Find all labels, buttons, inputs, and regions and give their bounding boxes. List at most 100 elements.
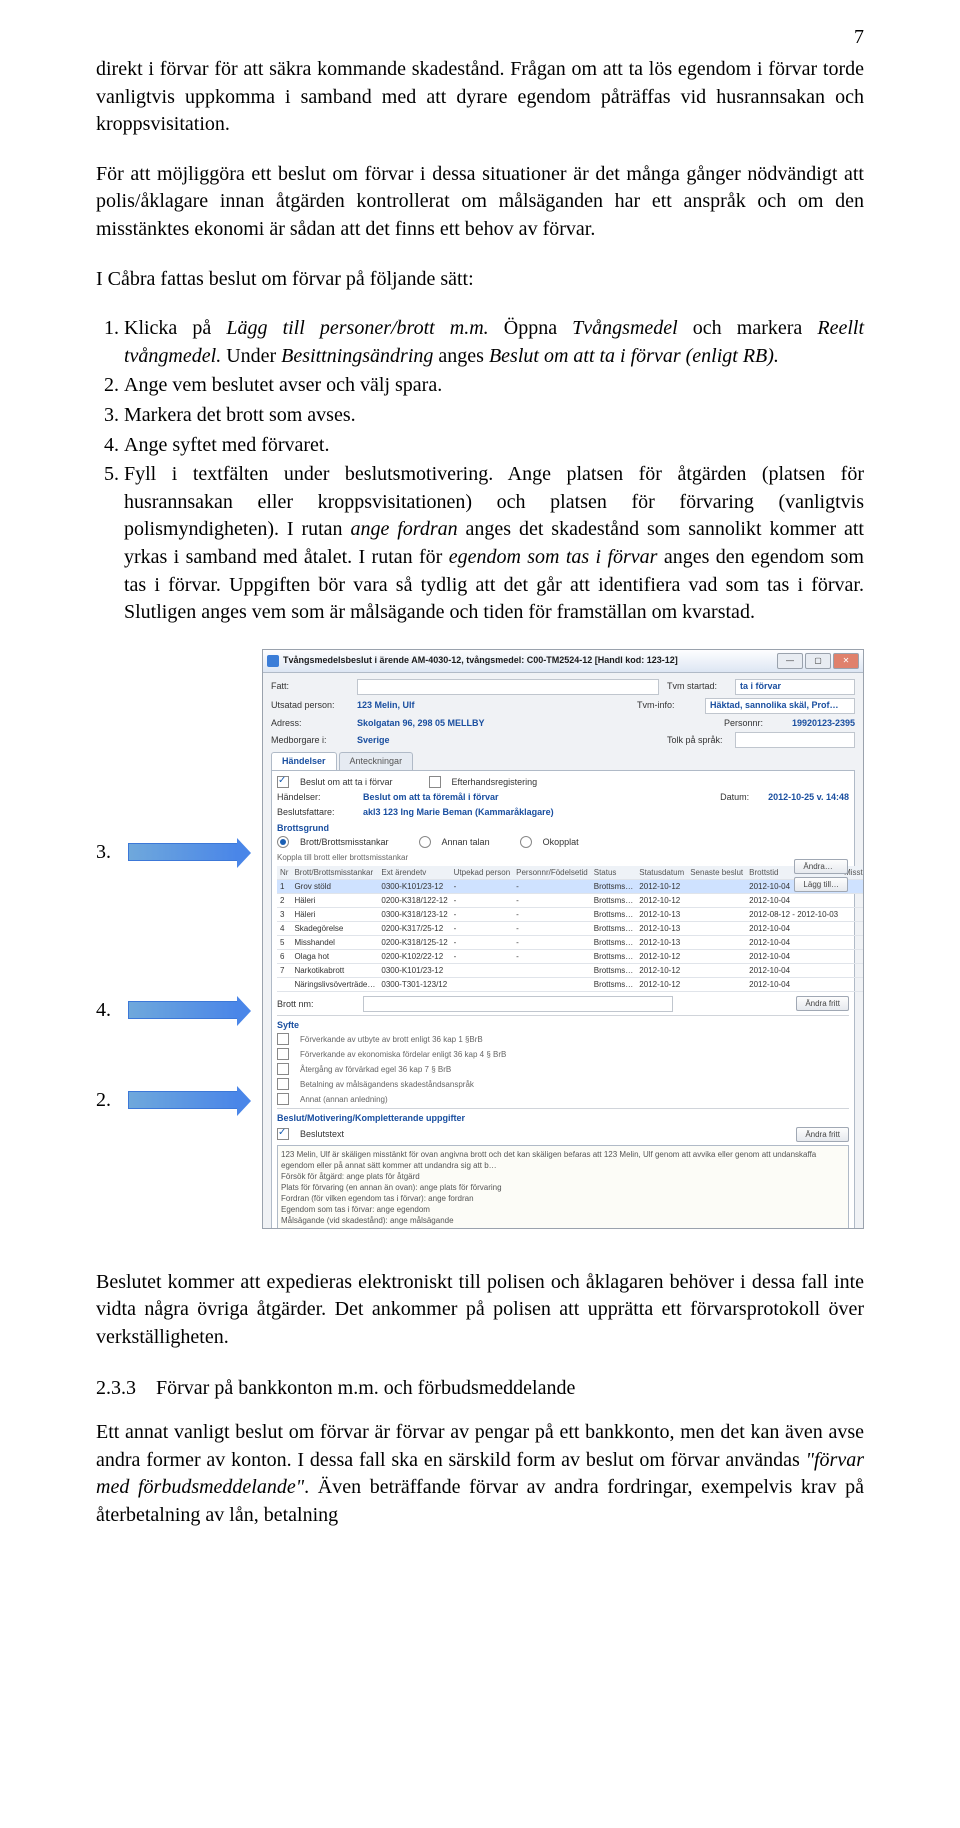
callout-2-label: 2. bbox=[96, 1087, 118, 1115]
handelser-label: Händelser: bbox=[277, 791, 355, 803]
section-title: Förvar på bankkonton m.m. och förbudsmed… bbox=[156, 1377, 575, 1399]
paragraph-last: Ett annat vanligt beslut om förvar är fö… bbox=[96, 1419, 864, 1529]
table-row[interactable]: 4Skadegörelse0200-K317/25-12--Brottsms…2… bbox=[277, 921, 864, 935]
adress-label: Adress: bbox=[271, 717, 349, 729]
brott-nm-label: Brott nm: bbox=[277, 998, 355, 1010]
maximize-button[interactable]: ▢ bbox=[805, 653, 831, 669]
radio-okopplat[interactable] bbox=[520, 836, 532, 848]
tolk-label: Tolk på språk: bbox=[667, 734, 727, 746]
step-3: Markera det brott som avses. bbox=[124, 402, 864, 430]
paragraph-3: I Cåbra fattas beslut om förvar på följa… bbox=[96, 266, 864, 294]
andra-fritt-button-2[interactable]: Ändra fritt bbox=[796, 1127, 849, 1142]
table-row[interactable]: 3Häleri0300-K318/123-12--Brottsms…2012-1… bbox=[277, 907, 864, 921]
beslutsfattare-label: Beslutsfattare: bbox=[277, 806, 355, 818]
motiv-title: Beslut/Motivering/Kompletterande uppgift… bbox=[277, 1112, 849, 1124]
callout-4-label: 4. bbox=[96, 997, 118, 1025]
beslutsfattare-value: akl3 123 Ing Marie Beman (Kammaråklagare… bbox=[363, 806, 554, 818]
personnr-label: Personnr: bbox=[724, 717, 784, 729]
syfte-checkbox[interactable] bbox=[277, 1093, 289, 1105]
screenshot-callouts: 3. 4. 2. Tvångsmedelsbeslut i ärende AM-… bbox=[96, 649, 864, 1239]
table-row[interactable]: 6Olaga hot0200-K102/22-12--Brottsms…2012… bbox=[277, 949, 864, 963]
tvm-startad-label: Tvm startad: bbox=[667, 680, 727, 692]
syfte-title: Syfte bbox=[277, 1019, 849, 1031]
medborg-value: Sverige bbox=[357, 734, 390, 746]
table-row[interactable]: 2Häleri0200-K318/122-12--Brottsms…2012-1… bbox=[277, 893, 864, 907]
radio-annan[interactable] bbox=[419, 836, 431, 848]
close-button[interactable]: ✕ bbox=[833, 653, 859, 669]
tab-handelser[interactable]: Händelser bbox=[271, 752, 337, 769]
personnr-value: 19920123-2395 bbox=[792, 717, 855, 729]
lagg-till-button[interactable]: Lägg till… bbox=[794, 877, 848, 892]
adress-value: Skolgatan 96, 298 05 MELLBY bbox=[357, 717, 485, 729]
andra-fritt-button[interactable]: Ändra fritt bbox=[796, 996, 849, 1011]
step-1: Klicka på Lägg till personer/brott m.m. … bbox=[124, 315, 864, 370]
syfte-checkbox[interactable] bbox=[277, 1063, 289, 1075]
medborg-label: Medborgare i: bbox=[271, 734, 349, 746]
fatt-field[interactable] bbox=[357, 679, 659, 695]
tolk-field[interactable] bbox=[735, 732, 855, 748]
uttalad-label: Utsatad person: bbox=[271, 699, 349, 711]
radio-annan-label: Annan talan bbox=[442, 836, 490, 848]
page-number: 7 bbox=[854, 24, 864, 52]
step-2: Ange vem beslutet avser och välj spara. bbox=[124, 372, 864, 400]
efterhand-label: Efterhandsregistering bbox=[452, 776, 538, 788]
app-icon bbox=[267, 655, 279, 667]
datum-value: 2012-10-25 v. 14:48 bbox=[768, 791, 849, 803]
step-4: Ange syftet med förvaret. bbox=[124, 432, 864, 460]
arrow-icon bbox=[128, 1091, 238, 1109]
paragraph-after-image: Beslutet kommer att expedieras elektroni… bbox=[96, 1269, 864, 1352]
callout-2: 2. bbox=[96, 1087, 238, 1115]
radio-okopplat-label: Okopplat bbox=[543, 836, 579, 848]
callout-4: 4. bbox=[96, 997, 238, 1025]
beslutstext-box: 123 Melin, Ulf är skäligen misstänkt för… bbox=[277, 1145, 849, 1229]
tabs: Händelser Anteckningar bbox=[271, 752, 855, 769]
tab-anteckningar[interactable]: Anteckningar bbox=[339, 752, 414, 769]
section-heading: 2.3.3Förvar på bankkonton m.m. och förbu… bbox=[96, 1375, 864, 1403]
beslut-checkbox[interactable] bbox=[277, 776, 289, 788]
brottsgrund-title: Brottsgrund bbox=[277, 822, 849, 834]
section-number: 2.3.3 bbox=[96, 1375, 156, 1403]
table-row[interactable]: 5Misshandel0200-K318/125-12--Brottsms…20… bbox=[277, 935, 864, 949]
efterhand-checkbox[interactable] bbox=[429, 776, 441, 788]
syfte-checkbox[interactable] bbox=[277, 1033, 289, 1045]
andra-button[interactable]: Ändra… bbox=[794, 859, 848, 874]
callout-3: 3. bbox=[96, 839, 238, 867]
handelser-value: Beslut om att ta föremål i förvar bbox=[363, 791, 499, 803]
tvm-startad-field[interactable]: ta i förvar bbox=[735, 679, 855, 695]
app-screenshot: Tvångsmedelsbeslut i ärende AM-4030-12, … bbox=[262, 649, 864, 1229]
fatt-label: Fatt: bbox=[271, 680, 349, 692]
syfte-checkbox[interactable] bbox=[277, 1048, 289, 1060]
table-row[interactable]: 1Grov stöld0300-K101/23-12--Brottsms…201… bbox=[277, 879, 864, 893]
table-row[interactable]: Näringslivsöverträde…0300-T301-123/12Bro… bbox=[277, 977, 864, 991]
syfte-item-label: Betalning av målsägandens skadeståndsans… bbox=[300, 1079, 474, 1090]
window-titlebar: Tvångsmedelsbeslut i ärende AM-4030-12, … bbox=[263, 650, 863, 673]
brott-nm-field[interactable] bbox=[363, 996, 673, 1012]
paragraph-1: direkt i förvar för att säkra kommande s… bbox=[96, 56, 864, 139]
table-row[interactable]: 7Narkotikabrott0300-K101/23-12Brottsms…2… bbox=[277, 963, 864, 977]
arrow-icon bbox=[128, 843, 238, 861]
step-5: Fyll i textfälten under beslutsmotiverin… bbox=[124, 461, 864, 627]
beslutstext-label: Beslutstext bbox=[300, 1128, 344, 1140]
datum-label: Datum: bbox=[720, 791, 760, 803]
table-header-row: NrBrott/BrottsmisstankarExt ärendetvUtpe… bbox=[277, 866, 864, 880]
syfte-item-label: Återgång av förvärkad egel 36 kap 7 § Br… bbox=[300, 1064, 451, 1075]
syfte-item-label: Förverkande av ekonomiska fördelar enlig… bbox=[300, 1049, 506, 1060]
koppla-label: Koppla till brott eller brottsmisstankar bbox=[277, 852, 849, 863]
syfte-item-label: Annat (annan anledning) bbox=[300, 1094, 388, 1105]
steps-list: Klicka på Lägg till personer/brott m.m. … bbox=[96, 315, 864, 627]
radio-brott-label: Brott/Brottsmisstankar bbox=[300, 836, 389, 848]
syfte-item-label: Förverkande av utbyte av brott enligt 36… bbox=[300, 1034, 483, 1045]
window-title: Tvångsmedelsbeslut i ärende AM-4030-12, … bbox=[283, 654, 773, 666]
uttalad-value: 123 Melin, Ulf bbox=[357, 699, 415, 711]
main-panel: Beslut om att ta i förvar Efterhandsregi… bbox=[271, 770, 855, 1229]
beslut-chk-label: Beslut om att ta i förvar bbox=[300, 776, 393, 788]
paragraph-2: För att möjliggöra ett beslut om förvar … bbox=[96, 161, 864, 244]
syfte-checkbox[interactable] bbox=[277, 1078, 289, 1090]
radio-brott[interactable] bbox=[277, 836, 289, 848]
minimize-button[interactable]: — bbox=[777, 653, 803, 669]
beslutstext-checkbox[interactable] bbox=[277, 1128, 289, 1140]
tvm-info-field[interactable]: Häktad, sannolika skäl, Prof… bbox=[705, 698, 855, 714]
tvm-info-label: Tvm-info: bbox=[637, 699, 697, 711]
brott-table: NrBrott/BrottsmisstankarExt ärendetvUtpe… bbox=[277, 866, 864, 992]
callout-3-label: 3. bbox=[96, 839, 118, 867]
